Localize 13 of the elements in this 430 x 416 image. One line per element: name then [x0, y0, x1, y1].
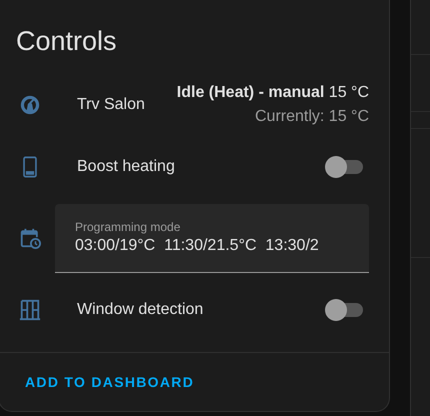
calendar-clock-icon	[19, 226, 41, 250]
state-text: Idle (Heat) - manual 15 °C	[176, 84, 369, 102]
current-temperature: Currently: 15 °C	[254, 108, 369, 126]
entity-name: Trv Salon	[77, 96, 146, 114]
card-title: Controls	[15, 25, 118, 58]
toggle-switch[interactable]	[325, 156, 363, 178]
window-icon	[19, 298, 41, 322]
entity-name: Window detection	[77, 301, 204, 319]
gauge-icon	[19, 93, 41, 117]
add-to-dashboard-button[interactable]: ADD TO DASHBOARD	[25, 368, 194, 396]
text-field[interactable]: Programming mode 03:00/19°C 11:30/21.5°C 13:30/2	[55, 204, 369, 272]
entity-name: Boost heating	[77, 158, 176, 176]
toggle-switch[interactable]	[325, 299, 363, 321]
